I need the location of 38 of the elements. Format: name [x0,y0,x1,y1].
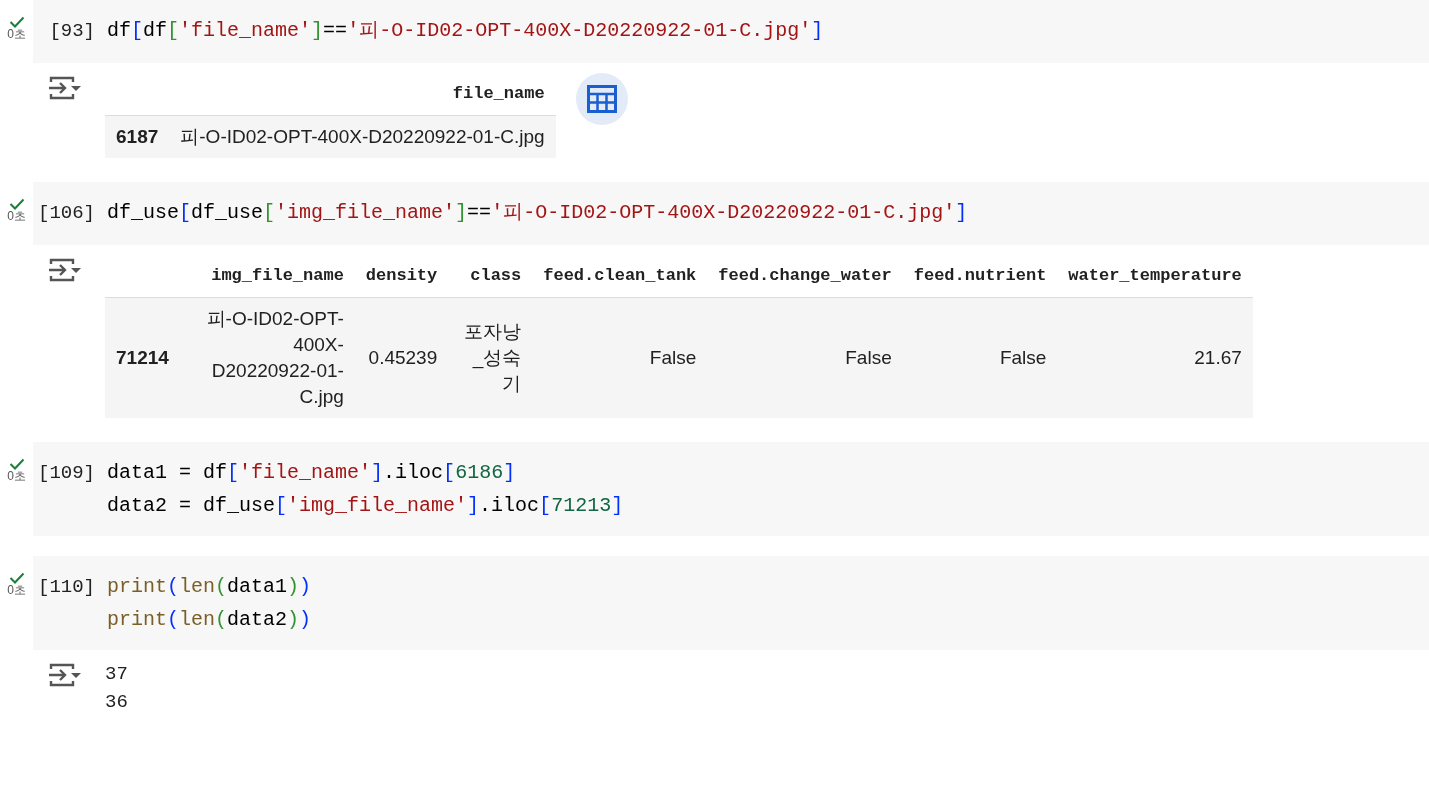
column-header: feed.clean_tank [532,255,708,298]
code-cell[interactable]: [110] print(len(data1)) print(len(data2)) [33,556,1429,650]
column-header: density [354,255,449,298]
execution-time: 0초 [7,470,26,482]
output-text: 37 [105,662,128,687]
table-cell: 피-O-ID02-OPT-400X-D20220922-01-C.jpg [179,297,355,418]
column-header: water_temperature [1057,255,1253,298]
table-cell: 피-O-ID02-OPT-400X-D20220922-01-C.jpg [169,115,556,158]
execution-count: [106] [37,201,96,226]
table-cell: False [902,297,1058,418]
row-index: 71214 [105,297,180,418]
table-cell: 21.67 [1057,297,1253,418]
code-cell[interactable]: [109] data1 = df['file_name'].iloc[6186] data2 = df_use['img_file_name'].iloc[71213] [33,442,1429,536]
column-header: feed.nutrient [902,255,1058,298]
execution-time: 0초 [7,210,26,222]
code-line: print(len(data2)) [107,607,312,633]
code-line: print(len(data1)) [107,574,312,600]
code-cell[interactable]: [93] df[df['file_name']=='피-O-ID02-OPT-400X-D20220922-01-C.jpg'] [33,0,1429,63]
execution-time: 0초 [7,584,26,596]
row-index: 6187 [105,115,170,158]
code-line: df_use[df_use['img_file_name']=='피-O-ID02-OPT-400X-D20220922-01-C.jpg'] [107,200,968,226]
output-text: 36 [105,690,128,715]
column-header: class [448,255,533,298]
table-cell: 0.45239 [354,297,449,418]
table-cell: False [532,297,708,418]
code-line: data2 = df_use['img_file_name'].iloc[71213] [107,493,624,519]
execution-time: 0초 [7,28,26,40]
code-cell[interactable]: [106] df_use[df_use['img_file_name']=='피-O-ID02-OPT-400X-D20220922-01-C.jpg'] [33,182,1429,245]
execution-count: [93] [48,19,96,44]
table-cell: False [707,297,903,418]
column-header: feed.change_water [707,255,903,298]
column-header: file_name [169,73,556,116]
execution-count: [110] [37,575,96,600]
code-line: data1 = df['file_name'].iloc[6186] [107,460,517,486]
execution-count: [109] [37,461,96,486]
column-header: img_file_name [179,255,355,298]
table-cell: 포자낭_성숙기 [448,297,533,418]
code-line: df[df['file_name']=='피-O-ID02-OPT-400X-D20220922-01-C.jpg'] [107,18,824,44]
